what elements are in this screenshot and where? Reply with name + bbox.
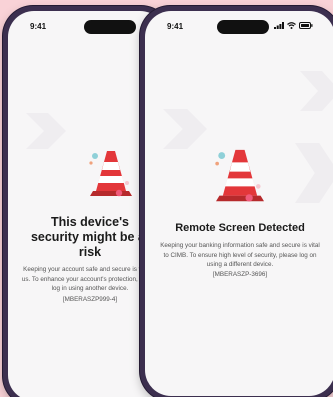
- error-code: [MBERASZP999-4]: [62, 295, 118, 303]
- background-chevron-shape: [295, 143, 333, 203]
- background-chevron-shape: [300, 71, 333, 111]
- warning-title: This device's security might be at risk: [30, 215, 150, 259]
- phone-screen-front: 9:41 Remote Screen Detected Keeping your…: [145, 11, 333, 396]
- warning-title: Remote Screen Detected: [175, 222, 305, 234]
- dynamic-island: [84, 20, 136, 34]
- status-bar: 9:41: [145, 11, 333, 41]
- wifi-icon: [287, 22, 296, 29]
- dynamic-island: [217, 20, 269, 34]
- background-chevron-shape: [26, 113, 66, 149]
- traffic-cone-icon: [89, 151, 132, 197]
- background-chevron-shape: [163, 109, 207, 149]
- error-code: [MBERASZP-3696]: [212, 270, 268, 278]
- status-icons: [274, 22, 313, 29]
- warning-content: Remote Screen Detected Keeping your bank…: [145, 221, 333, 279]
- status-time: 9:41: [167, 22, 184, 31]
- signal-icon: [274, 22, 284, 29]
- warning-description: Keeping your account safe and secure is …: [21, 266, 159, 292]
- warning-description: Keeping your banking information safe an…: [160, 242, 320, 268]
- traffic-cone-icon: [215, 149, 264, 202]
- battery-icon: [299, 22, 313, 29]
- phone-mockup-front: 9:41 Remote Screen Detected Keeping your…: [140, 6, 333, 397]
- status-time: 9:41: [30, 22, 47, 31]
